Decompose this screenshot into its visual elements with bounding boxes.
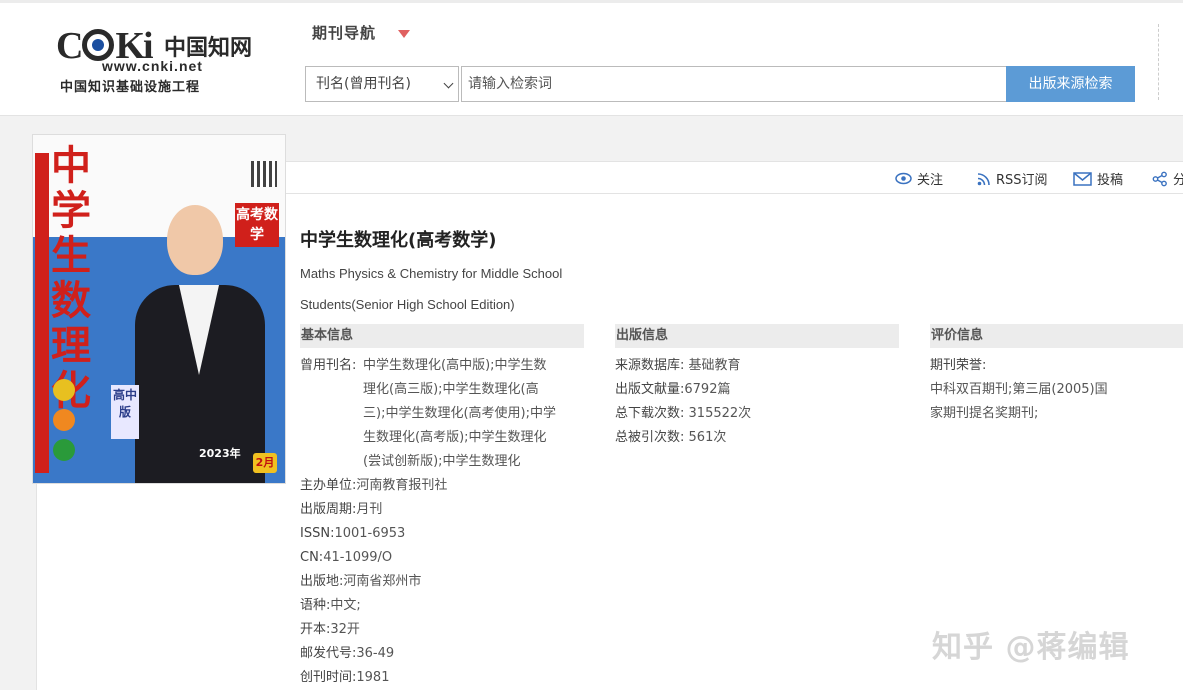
evaluation-info-heading: 评价信息 — [930, 324, 1183, 348]
cn-value: 41-1099/O — [323, 550, 393, 565]
cover-month: 2月 — [253, 453, 277, 473]
search-input[interactable]: 请输入检索词 — [461, 66, 1007, 102]
issn-value: 1001-6953 — [334, 526, 406, 541]
rss-button[interactable]: RSS订阅 — [977, 169, 1048, 188]
cover-face — [167, 205, 223, 275]
cnki-logo[interactable]: C Ki 中国知网 www.cnki.net 中国知识基础设施工程 — [56, 22, 256, 95]
source-label: 来源数据库: — [615, 358, 685, 373]
founded-row: 创刊时间:1981 — [300, 666, 389, 690]
cycle-value: 月刊 — [356, 502, 383, 517]
downloads-value: 315522次 — [688, 406, 752, 421]
logo-subtitle: 中国知识基础设施工程 — [60, 80, 201, 95]
cover-year: 2023年 — [199, 447, 241, 460]
language-value: 中文; — [330, 598, 361, 613]
honor-label: 期刊荣誉: — [930, 358, 987, 373]
header-divider — [1158, 24, 1159, 100]
former-names-value: 中学生数理化(高中版);中学生数理化(高三版);中学生数理化(高三);中学生数理… — [363, 358, 556, 469]
postal-row: 邮发代号:36-49 — [300, 642, 394, 666]
watermark: 知乎 @蒋编辑 — [932, 630, 1130, 665]
site-header: C Ki 中国知网 www.cnki.net 中国知识基础设施工程 期刊导航 刊名… — [0, 0, 1183, 116]
language-label: 语种: — [300, 598, 331, 613]
place-row: 出版地:河南省郑州市 — [300, 570, 421, 594]
share-button[interactable]: 分 — [1152, 169, 1183, 188]
postal-value: 36-49 — [356, 646, 395, 661]
envelope-icon — [1073, 171, 1092, 186]
downloads-label: 总下载次数: — [615, 406, 685, 421]
postal-label: 邮发代号: — [300, 646, 357, 661]
cover-emblem-icon — [53, 409, 75, 431]
source-row: 来源数据库: 基础教育 — [615, 354, 741, 378]
issn-label: ISSN: — [300, 526, 335, 541]
sponsor-row: 主办单位:河南教育报刊社 — [300, 474, 447, 498]
share-icon — [1152, 171, 1167, 186]
former-names-label: 曾用刊名: — [300, 358, 357, 373]
basic-info-heading: 基本信息 — [300, 324, 584, 348]
rss-label: RSS订阅 — [996, 173, 1048, 188]
cited-label: 总被引次数: — [615, 430, 685, 445]
count-row: 出版文献量:6792篇 — [615, 378, 730, 402]
issn-row: ISSN:1001-6953 — [300, 522, 405, 546]
logo-url: www.cnki.net — [102, 58, 203, 74]
cited-value: 561次 — [688, 430, 727, 445]
rss-icon — [977, 172, 990, 185]
format-row: 开本:32开 — [300, 618, 360, 642]
format-label: 开本: — [300, 622, 331, 637]
journal-cover-image: 中学生数理化 高考数学 高中版 2023年 2月 — [32, 134, 286, 484]
eye-icon — [895, 172, 912, 185]
cycle-row: 出版周期:月刊 — [300, 498, 382, 522]
cn-label: CN: — [300, 550, 324, 565]
cover-title: 中学生数理化 — [51, 142, 91, 413]
cover-side-stripe — [35, 153, 49, 473]
cn-row: CN:41-1099/O — [300, 546, 392, 570]
honor-value: 中科双百期刊;第三届(2005)国家期刊提名奖期刊; — [930, 382, 1108, 421]
language-row: 语种:中文; — [300, 594, 361, 618]
qr-code-icon — [251, 161, 277, 187]
follow-button[interactable]: 关注 — [895, 169, 943, 188]
header-topline — [0, 0, 1183, 3]
caret-down-icon[interactable] — [398, 30, 410, 38]
founded-value: 1981 — [356, 670, 390, 685]
place-value: 河南省郑州市 — [343, 574, 422, 589]
place-label: 出版地: — [300, 574, 344, 589]
search-field-select[interactable]: 刊名(曾用刊名) — [305, 66, 459, 102]
count-value: 6792篇 — [684, 382, 731, 397]
cycle-label: 出版周期: — [300, 502, 357, 517]
submit-label: 投稿 — [1097, 173, 1124, 188]
cover-emblem-icon — [53, 439, 75, 461]
journal-english-title: Maths Physics & Chemistry for Middle Sch… — [300, 266, 563, 312]
follow-label: 关注 — [917, 173, 944, 188]
sponsor-label: 主办单位: — [300, 478, 357, 493]
format-value: 32开 — [330, 622, 360, 637]
downloads-row: 总下载次数: 315522次 — [615, 402, 751, 426]
cover-edition: 高中版 — [111, 385, 139, 439]
cover-emblem-icon — [53, 379, 75, 401]
journal-nav-menu[interactable]: 期刊导航 — [312, 22, 376, 43]
share-label: 分 — [1173, 173, 1183, 188]
journal-title: 中学生数理化(高考数学) — [300, 230, 497, 251]
search-field-value: 刊名(曾用刊名) — [316, 76, 411, 92]
cited-row: 总被引次数: 561次 — [615, 426, 726, 450]
source-value[interactable]: 基础教育 — [689, 358, 741, 373]
cover-badge: 高考数学 — [235, 203, 279, 247]
count-label: 出版文献量: — [615, 382, 685, 397]
publish-info-heading: 出版信息 — [615, 324, 899, 348]
founded-label: 创刊时间: — [300, 670, 357, 685]
source-search-button[interactable]: 出版来源检索 — [1006, 66, 1135, 102]
submit-button[interactable]: 投稿 — [1073, 169, 1123, 188]
sponsor-value: 河南教育报刊社 — [356, 478, 448, 493]
chevron-down-icon — [443, 78, 454, 89]
